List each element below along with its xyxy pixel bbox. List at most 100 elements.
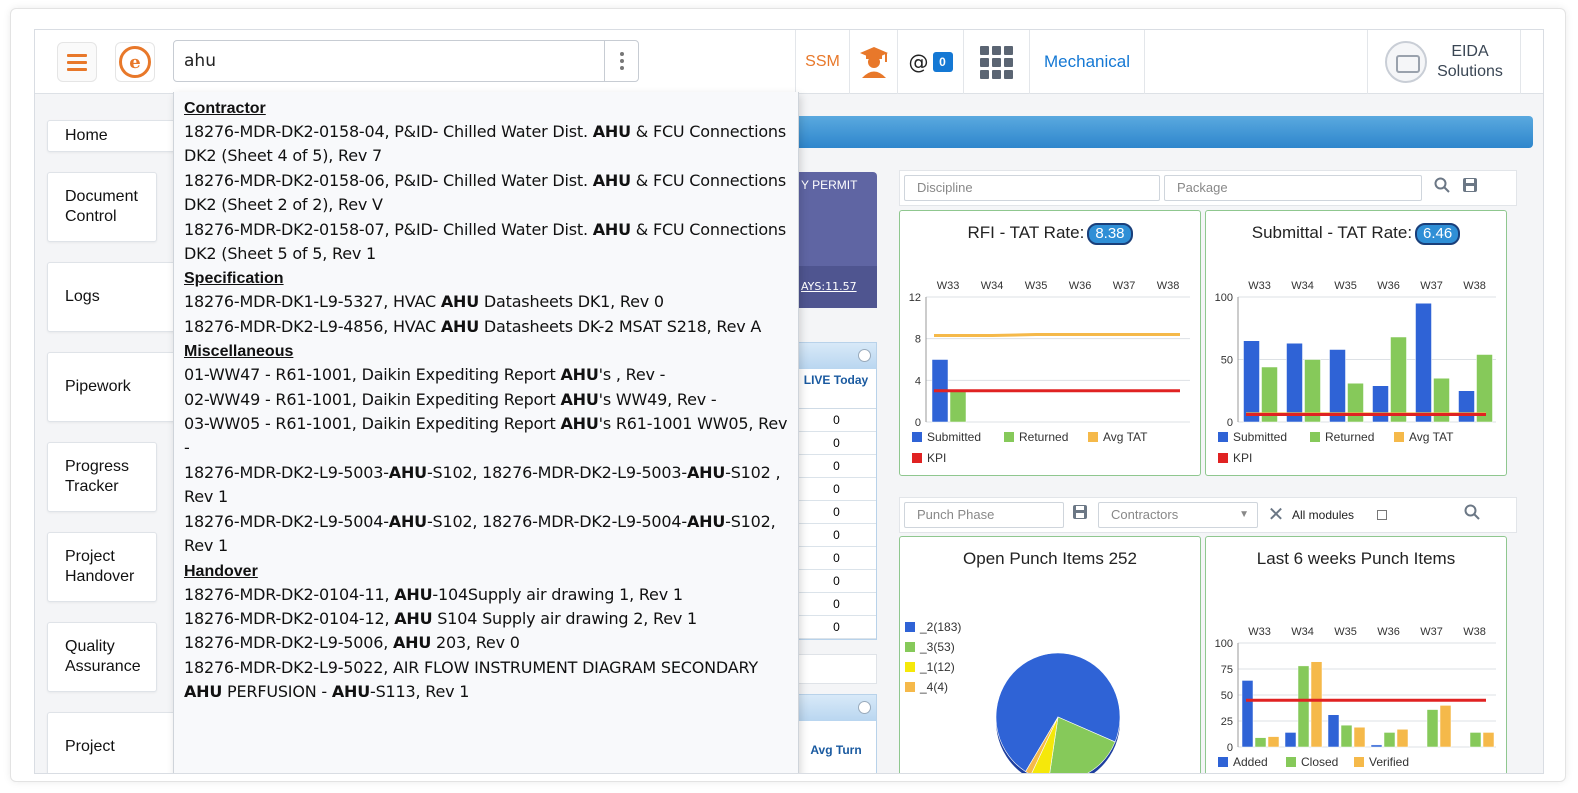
y-tick-label: 100 [1215,292,1233,304]
sidebar-item-project-handover[interactable]: Project Handover [47,532,157,602]
search-result-item[interactable]: 18276-MDR-DK2-L9-5006, AHU 203, Rev 0 [184,631,788,655]
y-tick-label: 0 [1227,742,1233,754]
permit-label: Y PERMIT [801,178,858,192]
discipline-selector[interactable]: Mechanical [1029,30,1145,94]
live-today-value: 0 [796,524,876,547]
legend-label: _1(12) [919,660,955,674]
x-tick-label: W36 [1377,626,1400,638]
y-tick-label: 0 [1227,417,1233,429]
y-tick-label: 8 [915,334,921,346]
legend-label: _2(183) [919,620,961,634]
x-tick-label: W37 [1113,280,1136,292]
search-result-item[interactable]: 01-WW47 - R61-1001, Daikin Expediting Re… [184,363,788,387]
legend-swatch [905,682,915,692]
bar-verified [1310,661,1323,748]
live-today-value: 0 [796,616,876,639]
legend-label: _4(4) [919,680,948,694]
bar-submitted [1329,349,1346,423]
y-tick-label: 100 [1215,638,1233,650]
legend-label: KPI [927,451,946,465]
brand-line1: EIDA [1451,43,1489,60]
search-icon[interactable] [1462,504,1482,524]
bar-submitted [1286,343,1303,423]
apps-grid-icon[interactable] [963,30,1029,94]
bar-added [1284,732,1297,748]
live-today-value: 0 [796,455,876,478]
ssm-link[interactable]: SSM [795,30,849,94]
graduate-user-icon[interactable] [849,30,897,94]
app-window: e SSM @ 0 Mechanical EIDA [34,29,1544,774]
search-result-item[interactable]: 18276-MDR-DK1-L9-5327, HVAC AHU Datashee… [184,290,788,314]
search-icon[interactable] [1432,177,1452,197]
search-result-item[interactable]: 18276-MDR-DK2-0158-07, P&ID- Chilled Wat… [184,218,788,267]
search-result-item[interactable]: 18276-MDR-DK2-0158-06, P&ID- Chilled Wat… [184,169,788,218]
bar-added [1327,714,1340,748]
search-result-item[interactable]: 18276-MDR-DK2-0158-04, P&ID- Chilled Wat… [184,120,788,169]
global-search [173,40,639,82]
sidebar-item-home[interactable]: Home [47,120,177,152]
search-result-item[interactable]: 18276-MDR-DK2-L9-5022, AIR FLOW INSTRUME… [184,656,788,705]
discipline-filter[interactable]: Discipline [904,175,1160,201]
search-input[interactable] [174,41,604,81]
bar-closed [1340,724,1353,748]
brand-badge[interactable]: EIDA Solutions [1367,30,1521,94]
mentions-button[interactable]: @ 0 [897,30,963,94]
search-options-icon[interactable] [604,41,638,81]
result-section-title: Contractor [184,100,266,117]
sidebar-item-pipework[interactable]: Pipework [47,352,177,422]
legend-swatch [1354,757,1364,767]
result-section-title: Handover [184,562,258,580]
legend-label: Verified [1369,755,1409,769]
search-result-item[interactable]: 18276-MDR-DK2-0104-12, AHU S104 Supply a… [184,607,788,631]
collapse-icon[interactable] [858,701,871,714]
bar-added [1241,680,1254,748]
sidebar-item-project[interactable]: Project [47,712,177,773]
live-today-header: LIVE Today [796,369,876,409]
x-tick-label: W35 [1025,280,1048,292]
x-tick-label: W35 [1334,280,1357,292]
legend-swatch [905,662,915,672]
all-modules-checkbox[interactable] [1377,510,1387,520]
collapse-icon[interactable] [858,349,871,362]
package-filter[interactable]: Package [1164,175,1422,201]
legend-label: Closed [1301,755,1338,769]
app-logo[interactable]: e [115,42,155,82]
permit-days-link[interactable]: AYS:11.57 [801,280,857,293]
search-results-dropdown: Contractor 18276-MDR-DK2-0158-04, P&ID- C… [173,92,799,773]
x-tick-label: W37 [1420,280,1443,292]
screenshot-frame: e SSM @ 0 Mechanical EIDA [10,8,1566,782]
contractors-select[interactable]: Contractors ▼ [1098,502,1258,528]
x-tick-label: W35 [1334,626,1357,638]
search-result-item[interactable]: 18276-MDR-DK2-L9-5003-AHU-S102, 18276-MD… [184,461,788,510]
close-icon[interactable]: ✕ [1266,504,1286,524]
legend-label: KPI [1233,451,1252,465]
at-icon: @ [908,50,929,74]
save-icon[interactable] [1070,504,1090,524]
mentions-count-badge: 0 [932,52,953,72]
search-result-item[interactable]: 18276-MDR-DK2-L9-5004-AHU-S102, 18276-MD… [184,510,788,559]
eida-globe-icon [1385,41,1428,83]
search-result-item[interactable]: 18276-MDR-DK2-0104-11, AHU-104Supply air… [184,583,788,607]
bar-verified [1353,726,1366,748]
search-result-item[interactable]: 18276-MDR-DK2-L9-4856, HVAC AHU Datashee… [184,315,788,339]
sidebar-item-quality-assurance[interactable]: Quality Assurance [47,622,157,692]
bar-verified [1396,729,1409,748]
save-icon[interactable] [1460,177,1480,197]
y-tick-label: 4 [915,375,921,387]
punch-phase-filter[interactable]: Punch Phase [904,502,1064,528]
search-result-item[interactable]: 03-WW05 - R61-1001, Daikin Expediting Re… [184,412,788,461]
legend-swatch [1218,432,1228,442]
legend-label: Submitted [927,430,981,444]
sidebar-item-logs[interactable]: Logs [47,262,177,332]
hamburger-menu-icon[interactable] [57,42,97,82]
live-today-value: 0 [796,547,876,570]
legend-swatch [1004,432,1014,442]
x-tick-label: W38 [1463,626,1486,638]
legend-label: Avg TAT [1409,430,1454,444]
bar-submitted [1243,340,1260,423]
sidebar-item-document-control[interactable]: Document Control [47,172,157,242]
search-result-item[interactable]: 02-WW49 - R61-1001, Daikin Expediting Re… [184,388,788,412]
bar-returned [949,390,967,423]
permit-tile[interactable]: Y PERMIT AYS:11.57 [795,172,877,308]
sidebar-item-progress-tracker[interactable]: Progress Tracker [47,442,157,512]
